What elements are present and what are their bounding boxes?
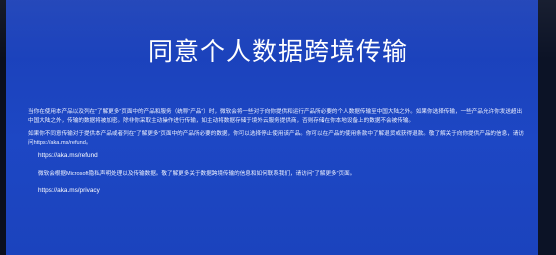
privacy-link[interactable]: https://aka.ms/privacy [38, 187, 100, 194]
privacy-link-row: https://aka.ms/privacy [38, 187, 526, 196]
consent-paragraph-2: 如果你不同意传输对于提供本产品或者列在“了解更多”页面中的产品所必要的数据，你可… [28, 131, 524, 146]
oobe-screen: 同意个人数据跨境传输 当你在使用本产品以及列在“了解更多”页面中的产品和服务（统… [0, 0, 556, 255]
consent-body: 当你在使用本产品以及列在“了解更多”页面中的产品和服务（统称“产品”）时，微软会… [28, 108, 526, 204]
consent-paragraph-1: 当你在使用本产品以及列在“了解更多”页面中的产品和服务（统称“产品”）时，微软会… [28, 109, 523, 124]
privacy-paragraph: 微软会根据Microsoft隐私声明处理以及传输数据。敬了解更多关于数据跨境传输… [38, 170, 356, 177]
refund-link[interactable]: https://aka.ms/refund [38, 152, 98, 159]
refund-link-row: https://aka.ms/refund [38, 152, 526, 161]
page-title: 同意个人数据跨境传输 [147, 37, 408, 66]
